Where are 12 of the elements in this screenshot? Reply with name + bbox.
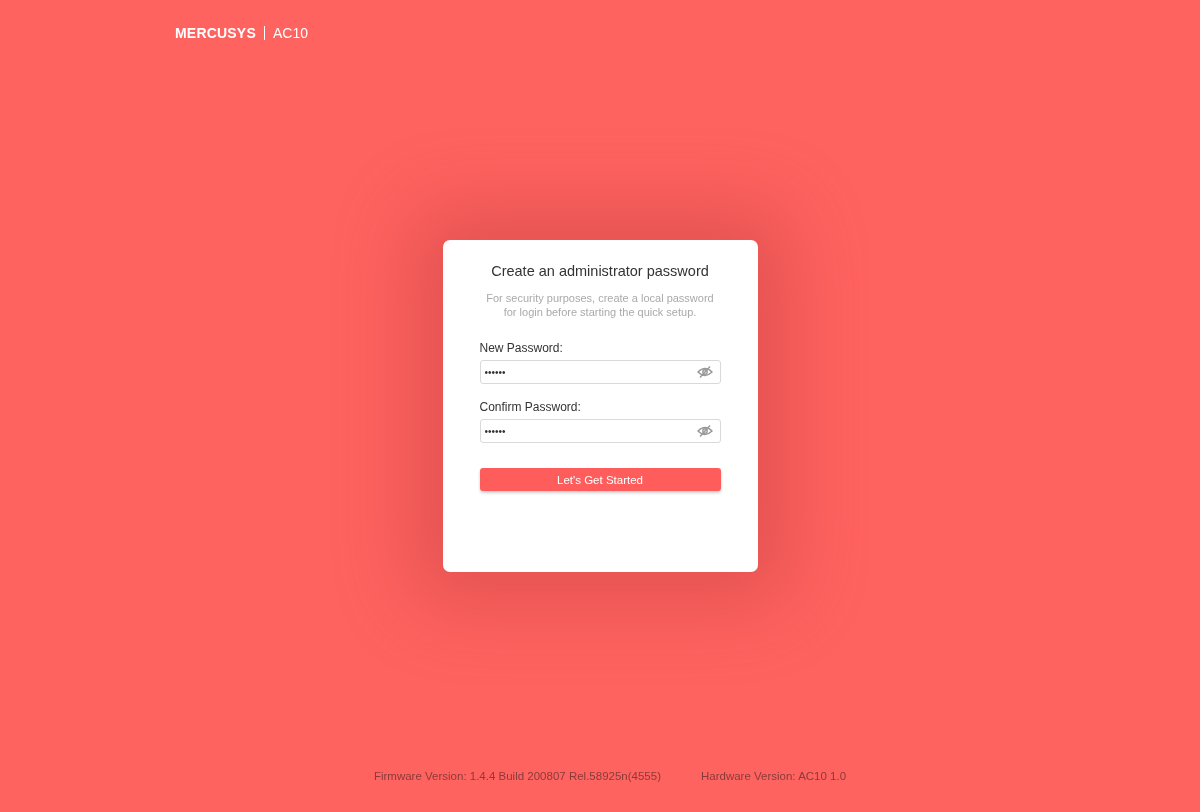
eye-slash-icon[interactable]: [696, 366, 713, 378]
hardware-version: Hardware Version: AC10 1.0: [700, 770, 847, 782]
card-title: Create an administrator password: [490, 263, 710, 279]
password-field[interactable]: ••••••: [479, 360, 721, 384]
firmware-version: Firmware Version: 1.4.4 Build 200807 Rel.58925n(4555): [373, 770, 661, 782]
eye-slash-icon[interactable]: [696, 425, 713, 437]
model-name: AC10: [272, 25, 308, 41]
card-description: For security purposes, create a local password for login before starting the quick setup.: [485, 291, 715, 319]
field-label: New Password:: [479, 341, 564, 355]
brand-logo: MERCUSYS: [175, 25, 256, 41]
field-label: Confirm Password:: [479, 400, 582, 414]
password-field[interactable]: ••••••: [479, 419, 721, 443]
